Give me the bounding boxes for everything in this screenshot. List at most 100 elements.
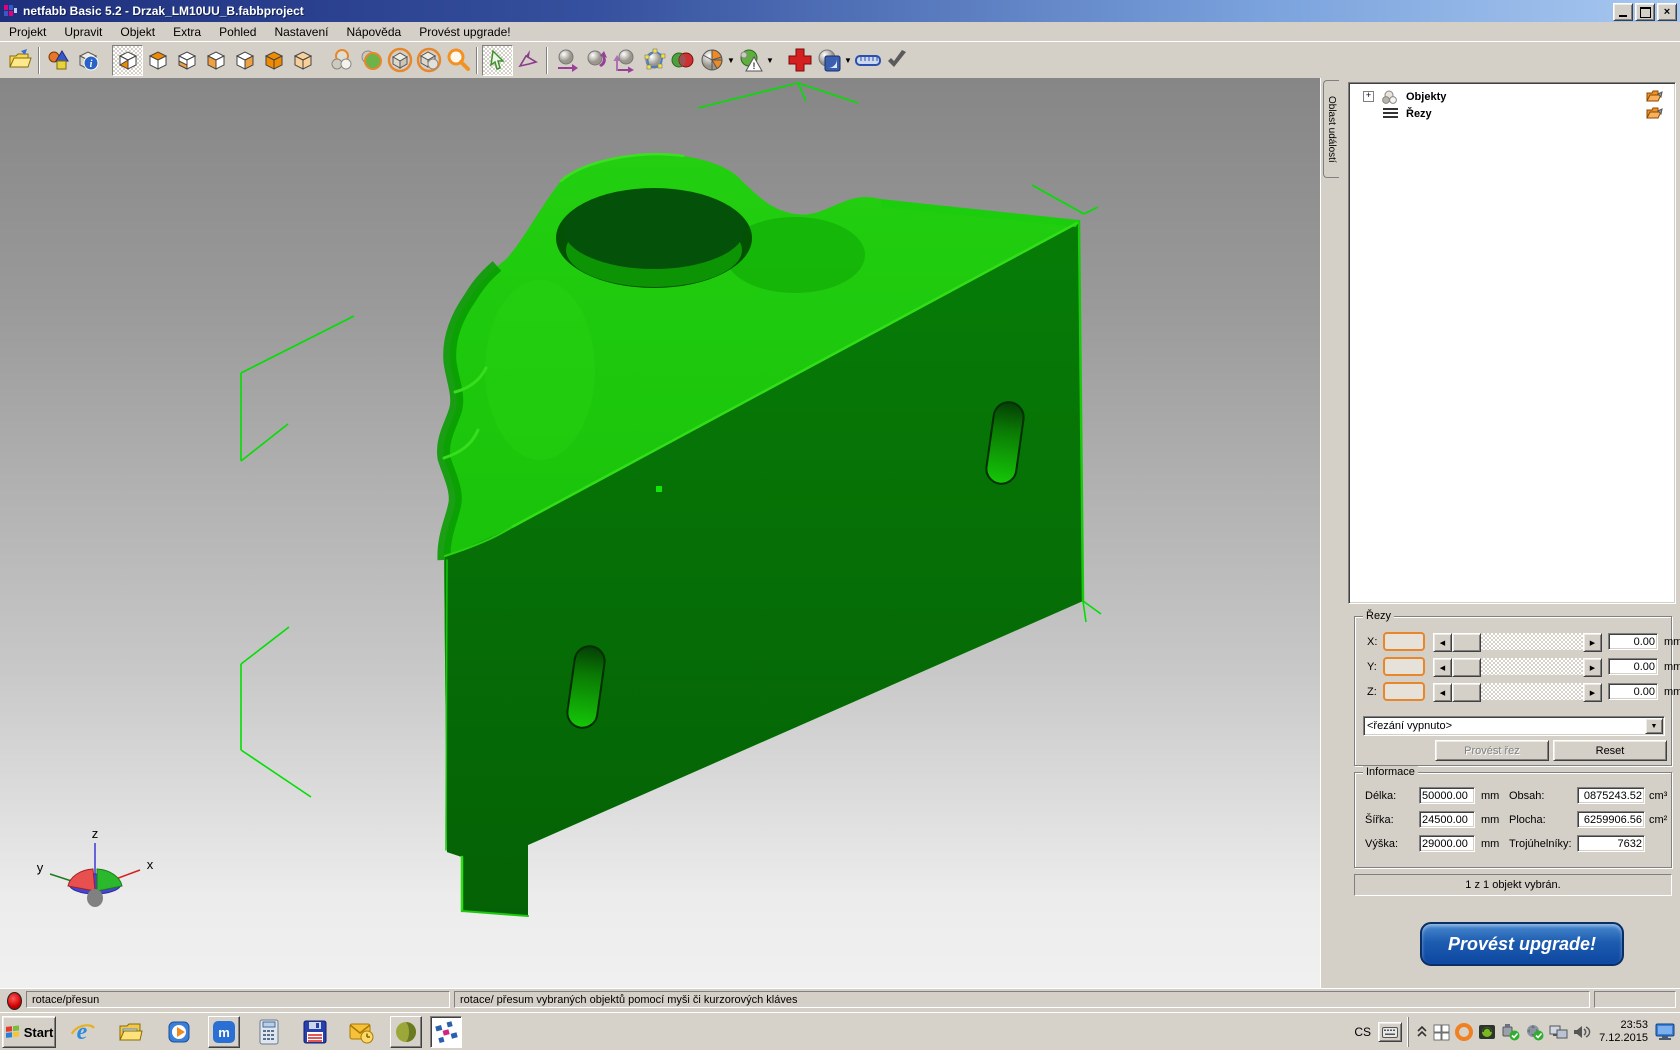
analyse-dropdown-caret[interactable]: ▼ xyxy=(765,56,775,65)
tree-row-cuts[interactable]: Řezy xyxy=(1351,105,1669,122)
scroll-right-arrow[interactable]: ▶ xyxy=(1583,633,1602,652)
maxthon-task-button[interactable]: m xyxy=(208,1016,240,1048)
scroll-left-arrow[interactable]: ◀ xyxy=(1433,683,1452,702)
nvidia-tray-icon[interactable] xyxy=(1478,1023,1496,1041)
minimize-button[interactable] xyxy=(1613,3,1633,21)
analyse-icon[interactable]: ! xyxy=(736,46,765,75)
add-part-icon[interactable] xyxy=(44,46,73,75)
language-indicator[interactable]: CS xyxy=(1347,1025,1378,1039)
cut-x-scrollbar[interactable]: ◀ ▶ xyxy=(1433,633,1602,650)
rotate-icon[interactable] xyxy=(581,46,610,75)
execute-cut-button[interactable]: Provést řez xyxy=(1435,740,1549,761)
scroll-track[interactable] xyxy=(1481,683,1583,700)
select-arrow-icon[interactable] xyxy=(482,45,513,76)
cube-sphere-ring-icon[interactable] xyxy=(414,46,443,75)
tray-clock[interactable]: 23:53 7.12.2015 xyxy=(1599,1019,1648,1045)
calculator-icon[interactable] xyxy=(254,1017,284,1047)
height-field[interactable]: 29000.00 xyxy=(1419,835,1475,852)
repair-icon[interactable] xyxy=(785,46,814,75)
menu-objekt[interactable]: Objekt xyxy=(111,23,164,41)
view-bottom-icon[interactable] xyxy=(172,46,201,75)
close-button[interactable]: × xyxy=(1657,3,1677,21)
upgrade-button[interactable]: Provést upgrade! xyxy=(1420,922,1624,966)
file-explorer-icon[interactable] xyxy=(116,1017,146,1047)
menu-napoveda[interactable]: Nápověda xyxy=(337,23,410,41)
view-right-icon[interactable] xyxy=(230,46,259,75)
menu-provest-upgrade[interactable]: Provést upgrade! xyxy=(410,23,519,41)
cut-x-toggle[interactable] xyxy=(1383,632,1425,651)
sphere-ring-icon[interactable] xyxy=(356,46,385,75)
update-check-tray-icon[interactable] xyxy=(1525,1023,1544,1041)
start-button[interactable]: Start xyxy=(2,1016,56,1048)
triangles-field[interactable]: 7632 xyxy=(1577,835,1645,852)
length-field[interactable]: 50000.00 xyxy=(1419,787,1475,804)
part-info-icon[interactable]: i xyxy=(73,46,102,75)
cut-mode-dropdown[interactable]: <řezání vypnuto> ▼ xyxy=(1363,716,1665,736)
validate-icon[interactable] xyxy=(882,46,911,75)
reset-cut-button[interactable]: Reset xyxy=(1553,740,1667,761)
cut-x-value[interactable]: 0.00 xyxy=(1608,633,1658,650)
folder-open-icon[interactable] xyxy=(1646,106,1663,120)
menu-projekt[interactable]: Projekt xyxy=(0,23,55,41)
view-back-icon[interactable] xyxy=(288,46,317,75)
cut-z-scrollbar[interactable]: ◀ ▶ xyxy=(1433,683,1602,700)
outlook-icon[interactable] xyxy=(346,1017,376,1047)
scroll-thumb[interactable] xyxy=(1452,658,1481,677)
view-iso-icon[interactable] xyxy=(112,45,143,76)
compare-icon[interactable] xyxy=(668,46,697,75)
scroll-thumb[interactable] xyxy=(1452,633,1481,652)
object-tree[interactable]: + Objekty xyxy=(1348,82,1676,604)
scroll-right-arrow[interactable]: ▶ xyxy=(1583,683,1602,702)
show-desktop-icon[interactable] xyxy=(1654,1021,1676,1043)
event-panel-tab[interactable]: Oblast událostí xyxy=(1323,80,1339,178)
view-left-icon[interactable] xyxy=(201,46,230,75)
menu-extra[interactable]: Extra xyxy=(164,23,210,41)
netfabb-task-button[interactable] xyxy=(430,1016,462,1048)
orange-o-tray-icon[interactable] xyxy=(1455,1023,1473,1041)
cut-y-value[interactable]: 0.00 xyxy=(1608,658,1658,675)
chevron-up-icon[interactable] xyxy=(1416,1025,1428,1039)
maximize-button[interactable] xyxy=(1635,3,1655,21)
volume-field[interactable]: 0875243.52 xyxy=(1577,787,1645,804)
cut-y-scrollbar[interactable]: ◀ ▶ xyxy=(1433,658,1602,675)
scroll-thumb[interactable] xyxy=(1452,683,1481,702)
folder-open-icon[interactable] xyxy=(1646,89,1663,103)
menu-upravit[interactable]: Upravit xyxy=(55,23,111,41)
width-field[interactable]: 24500.00 xyxy=(1419,811,1475,828)
media-player-icon[interactable] xyxy=(164,1017,194,1047)
repair-spheres-icon[interactable] xyxy=(327,46,356,75)
floppy-save-icon[interactable] xyxy=(300,1017,330,1047)
viewport-3d[interactable]: z y x xyxy=(0,78,1320,988)
part-bracket[interactable] xyxy=(443,154,1083,916)
lasso-select-icon[interactable] xyxy=(513,46,542,75)
slice-view-icon[interactable] xyxy=(697,46,726,75)
scroll-left-arrow[interactable]: ◀ xyxy=(1433,633,1452,652)
tree-row-objects[interactable]: + Objekty xyxy=(1351,88,1669,105)
view-top-icon[interactable] xyxy=(143,46,172,75)
cut-dropdown-caret[interactable]: ▼ xyxy=(843,56,853,65)
cut-y-toggle[interactable] xyxy=(1383,657,1425,676)
cube-ring-icon[interactable] xyxy=(385,46,414,75)
view-front-icon[interactable] xyxy=(259,46,288,75)
dropdown-arrow-icon[interactable]: ▼ xyxy=(1645,718,1663,734)
menu-nastaveni[interactable]: Nastavení xyxy=(265,23,337,41)
open-project-icon[interactable] xyxy=(5,46,34,75)
scroll-right-arrow[interactable]: ▶ xyxy=(1583,658,1602,677)
scroll-track[interactable] xyxy=(1481,658,1583,675)
measure-icon[interactable] xyxy=(853,46,882,75)
scroll-left-arrow[interactable]: ◀ xyxy=(1433,658,1452,677)
scale-icon[interactable] xyxy=(610,46,639,75)
internet-explorer-icon[interactable]: e xyxy=(68,1017,98,1047)
usb-check-tray-icon[interactable] xyxy=(1501,1023,1520,1041)
speedfan-task-button[interactable] xyxy=(390,1016,422,1048)
move-icon[interactable] xyxy=(552,46,581,75)
cut-icon[interactable] xyxy=(814,46,843,75)
volume-tray-icon[interactable] xyxy=(1573,1024,1591,1040)
keyboard-icon[interactable] xyxy=(1378,1022,1402,1042)
slice-view-dropdown-caret[interactable]: ▼ xyxy=(726,56,736,65)
area-field[interactable]: 6259906.56 xyxy=(1577,811,1645,828)
scroll-track[interactable] xyxy=(1481,633,1583,650)
expand-plus-icon[interactable]: + xyxy=(1363,91,1374,102)
network-tray-icon[interactable] xyxy=(1549,1024,1568,1040)
zoom-icon[interactable] xyxy=(443,46,472,75)
